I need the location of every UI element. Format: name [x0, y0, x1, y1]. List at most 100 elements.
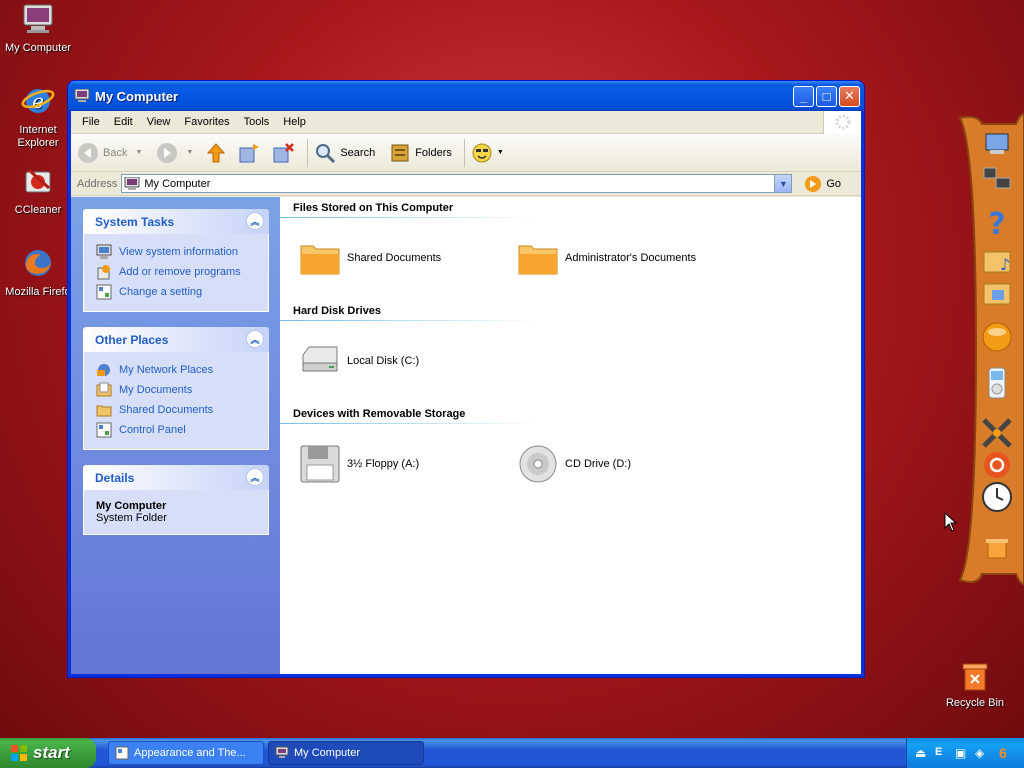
- menu-tools[interactable]: Tools: [237, 116, 277, 128]
- dock-network-icon[interactable]: [980, 162, 1014, 196]
- standard-toolbar: Back ▼ ▼ Search Folders ▼: [71, 134, 861, 172]
- forward-dropdown-icon: ▼: [186, 149, 194, 156]
- folders-button[interactable]: Folders: [389, 142, 452, 164]
- hard-disk-icon: [302, 346, 338, 372]
- place-control-panel[interactable]: Control Panel: [96, 420, 260, 440]
- move-to-button[interactable]: [237, 142, 265, 164]
- desktop-icon-internet-explorer[interactable]: e Internet Explorer: [0, 84, 76, 150]
- go-button[interactable]: Go: [804, 175, 841, 193]
- desktop-icon-my-computer[interactable]: My Computer: [0, 2, 76, 55]
- dock-tools-icon[interactable]: [980, 416, 1014, 450]
- start-button[interactable]: start: [0, 738, 96, 768]
- item-label: 3½ Floppy (A:): [347, 458, 420, 470]
- desktop-icon-recycle-bin[interactable]: Recycle Bin: [940, 660, 1010, 709]
- minimize-button[interactable]: _: [793, 85, 814, 107]
- back-button[interactable]: Back ▼: [77, 142, 142, 164]
- place-my-documents[interactable]: My Documents: [96, 380, 260, 400]
- windows-throbber: [823, 110, 861, 134]
- item-label: Administrator's Documents: [565, 252, 697, 264]
- internet-explorer-icon: e: [21, 89, 55, 113]
- computer-icon: [124, 176, 140, 190]
- item-label: Local Disk (C:): [347, 355, 420, 367]
- title-bar[interactable]: My Computer _ □ ✕: [68, 81, 864, 111]
- dock-clock-icon[interactable]: [980, 480, 1014, 514]
- task-view-system-information[interactable]: View system information: [96, 242, 260, 262]
- maximize-icon: □: [822, 88, 831, 104]
- computer-icon: [23, 4, 53, 33]
- control-panel-icon: [96, 284, 112, 300]
- app-tray-icon[interactable]: ◈: [975, 746, 989, 760]
- system-tray: ⏏ E ▣ ◈ 6: [906, 738, 1024, 768]
- taskbar-task-my-computer[interactable]: My Computer: [268, 741, 424, 765]
- menu-edit[interactable]: Edit: [107, 116, 140, 128]
- item-local-disk-c[interactable]: Local Disk (C:): [293, 341, 511, 381]
- menu-file[interactable]: File: [75, 116, 107, 128]
- tasks-pane: System Tasks ︽ View system information A…: [71, 197, 280, 674]
- task-change-setting[interactable]: Change a setting: [96, 282, 260, 302]
- network-tray-icon[interactable]: ▣: [955, 746, 969, 760]
- menu-help[interactable]: Help: [276, 116, 313, 128]
- dock-music-folder-icon[interactable]: ♪: [980, 244, 1014, 278]
- delete-button[interactable]: [271, 142, 299, 164]
- address-dropdown-button[interactable]: ▼: [774, 175, 792, 192]
- folder-icon: [300, 245, 340, 275]
- dock-ipod-icon[interactable]: [980, 366, 1014, 400]
- collapse-chevron-icon[interactable]: ︽: [246, 468, 264, 486]
- place-label: My Documents: [119, 384, 193, 396]
- item-cd-drive-d[interactable]: CD Drive (D:): [511, 444, 729, 484]
- dock-documents-folder-icon[interactable]: [980, 276, 1014, 310]
- group-header-hard-disk-drives: Hard Disk Drives: [293, 305, 382, 317]
- item-shared-documents[interactable]: Shared Documents: [293, 238, 511, 278]
- taskbar-task-appearance[interactable]: Appearance and The...: [108, 741, 264, 765]
- maximize-button[interactable]: □: [816, 85, 837, 107]
- delete-icon: [273, 142, 295, 162]
- search-button[interactable]: Search: [314, 142, 375, 164]
- up-button[interactable]: [205, 142, 231, 164]
- dock-orange-orb-icon[interactable]: [980, 320, 1014, 354]
- computer-icon: [74, 89, 90, 102]
- firefox-icon: [25, 250, 51, 276]
- menu-view[interactable]: View: [140, 116, 178, 128]
- menu-favorites[interactable]: Favorites: [177, 116, 236, 128]
- desktop-icon-ccleaner[interactable]: CCleaner: [0, 164, 76, 217]
- control-panel-icon: [96, 422, 112, 438]
- place-shared-documents[interactable]: Shared Documents: [96, 400, 260, 420]
- control-panel-icon: [115, 746, 129, 760]
- close-button[interactable]: ✕: [839, 85, 860, 107]
- clock[interactable]: 6: [999, 745, 1007, 761]
- toolbar-separator: [463, 138, 465, 167]
- collapse-chevron-icon[interactable]: ︽: [246, 212, 264, 230]
- floppy-drive-icon: [300, 445, 340, 483]
- item-label: CD Drive (D:): [565, 458, 631, 470]
- task-add-remove-programs[interactable]: Add or remove programs: [96, 262, 260, 282]
- place-my-network-places[interactable]: My Network Places: [96, 360, 260, 380]
- desktop-icon-label: Mozilla Firefo: [5, 286, 71, 298]
- dock-ubuntu-icon[interactable]: [980, 448, 1014, 482]
- eject-icon[interactable]: ⏏: [915, 746, 929, 760]
- forward-button[interactable]: ▼: [156, 142, 193, 164]
- place-label: Control Panel: [119, 424, 186, 436]
- my-computer-window: My Computer _ □ ✕ File Edit View Favorit…: [67, 80, 865, 678]
- item-administrators-documents[interactable]: Administrator's Documents: [511, 238, 729, 278]
- group-header-removable-storage: Devices with Removable Storage: [293, 408, 466, 420]
- details-name: My Computer: [96, 500, 167, 512]
- task-label: Appearance and The...: [134, 747, 246, 759]
- ie-tray-icon[interactable]: E: [935, 746, 949, 760]
- collapse-chevron-icon[interactable]: ︽: [246, 330, 264, 348]
- dock-trash-icon[interactable]: [980, 530, 1014, 564]
- dock-help-icon[interactable]: ?: [980, 206, 1014, 240]
- desktop-icon-firefox[interactable]: Mozilla Firefo: [0, 246, 76, 299]
- panel-title: Details: [95, 470, 135, 485]
- system-info-icon: [96, 244, 112, 259]
- details-header[interactable]: Details ︽: [83, 465, 269, 490]
- other-places-header[interactable]: Other Places ︽: [83, 327, 269, 352]
- ccleaner-icon: [25, 168, 51, 193]
- views-button[interactable]: ▼: [471, 142, 504, 164]
- item-floppy-a[interactable]: 3½ Floppy (A:): [293, 444, 511, 484]
- move-to-icon: [239, 143, 260, 162]
- address-input[interactable]: My Computer ▼: [121, 174, 793, 193]
- dock-my-computer-icon[interactable]: [980, 130, 1014, 164]
- system-tasks-header[interactable]: System Tasks ︽: [83, 209, 269, 234]
- up-folder-icon: [207, 142, 226, 162]
- cd-drive-icon: [519, 445, 557, 483]
